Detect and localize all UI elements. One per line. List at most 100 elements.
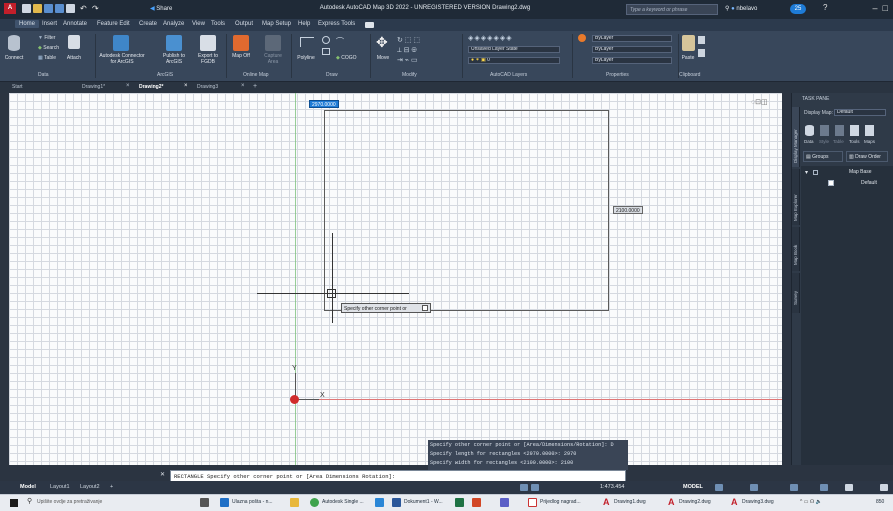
teams-icon[interactable]	[500, 498, 509, 507]
move-button[interactable]: Move	[372, 55, 394, 61]
new-file-icon[interactable]	[22, 4, 31, 13]
workspace-icon[interactable]	[845, 484, 853, 491]
style-tool-icon[interactable]	[820, 125, 829, 136]
scale-readout[interactable]: 1:473.454	[600, 484, 624, 490]
tab-help[interactable]: Help	[298, 21, 310, 27]
explorer-icon[interactable]	[290, 498, 299, 507]
tab-map-setup[interactable]: Map Setup	[262, 21, 291, 27]
layout-tab-layout2[interactable]: Layout2	[80, 484, 100, 490]
viewport-controls-icon[interactable]: ◌⊡◫	[751, 98, 768, 106]
layer-tools-icon[interactable]: ◈◈◈◈◈◈◈	[468, 34, 513, 42]
notification-badge[interactable]: 25	[790, 4, 806, 14]
tab-analyze[interactable]: Analyze	[163, 21, 184, 27]
rectangle-icon[interactable]	[322, 48, 330, 55]
edge-icon[interactable]	[375, 498, 384, 507]
autocad-icon[interactable]: A	[668, 497, 675, 507]
app-logo-icon[interactable]: A	[4, 3, 16, 14]
layout-tab-model[interactable]: Model	[20, 484, 36, 490]
task-view-icon[interactable]	[200, 498, 209, 507]
rotate-icon[interactable]: ↻ ⬚ ⬚	[397, 36, 420, 44]
layer-state-dropdown[interactable]: Unsaved Layer State	[468, 46, 560, 53]
user-account[interactable]: ⚲ ● nbelavo	[725, 5, 757, 12]
taskbar-item-word[interactable]: Dokument1 - W...	[404, 499, 443, 505]
linetype-dropdown[interactable]: ByLayer	[592, 46, 672, 53]
layer-dropdown[interactable]: ● ✶ ▣ 0	[468, 57, 560, 64]
cut-icon[interactable]	[698, 49, 705, 57]
ortho-icon[interactable]	[715, 484, 723, 491]
taskbar-item-drawing1[interactable]: Drawing1.dwg	[614, 499, 646, 505]
osnap-icon[interactable]	[790, 484, 798, 491]
excel-icon[interactable]	[455, 498, 464, 507]
lineweight-dropdown[interactable]: ByLayer	[592, 57, 672, 64]
dropdown-arrow-icon[interactable]	[422, 305, 428, 311]
publish-arcgis-icon[interactable]	[166, 35, 182, 51]
help-icon[interactable]: ?	[823, 3, 827, 12]
save-as-icon[interactable]	[55, 4, 64, 13]
arc-icon[interactable]: ⌒	[336, 36, 344, 47]
map-base-checkbox[interactable]	[813, 170, 818, 175]
autocad-icon[interactable]: A	[731, 497, 738, 507]
file-tab-drawing3[interactable]: Drawing3	[197, 84, 218, 90]
windows-start-icon[interactable]	[10, 499, 18, 507]
plot-icon[interactable]	[66, 4, 75, 13]
undo-icon[interactable]: ↶	[80, 4, 89, 13]
layout-tab-layout1[interactable]: Layout1	[50, 484, 70, 490]
ribbon-toggle-icon[interactable]	[365, 22, 374, 28]
map-off-icon[interactable]	[233, 35, 249, 51]
side-tab-map-explorer[interactable]: Map Explorer	[792, 169, 800, 225]
arcgis-connector-button[interactable]: Autodesk Connector for ArcGIS	[98, 53, 146, 65]
system-tray-icons[interactable]: ^ ▭ ☊ 🔈	[800, 499, 822, 505]
draw-order-button[interactable]: ▥ Draw Order	[846, 151, 888, 162]
side-tab-map-book[interactable]: Map Book	[792, 227, 800, 271]
expand-icon[interactable]: ▾	[805, 169, 808, 176]
color-dropdown[interactable]: ByLayer	[592, 35, 672, 42]
copy-icon[interactable]	[698, 36, 705, 44]
color-swatch-icon[interactable]	[578, 34, 586, 42]
export-fgdb-button[interactable]: Export to FGDB	[192, 53, 224, 65]
taskbar-item-outlook[interactable]: Ulazna pošta - n...	[232, 499, 273, 505]
table-button[interactable]: ▦ Table	[38, 55, 56, 61]
side-tab-survey[interactable]: Survey	[792, 273, 800, 313]
save-icon[interactable]	[44, 4, 53, 13]
tab-annotate[interactable]: Annotate	[63, 21, 87, 27]
redo-icon[interactable]: ↷	[92, 4, 101, 13]
map-off-button[interactable]: Map Off	[228, 53, 254, 59]
new-tab-icon[interactable]: +	[253, 83, 257, 90]
share-button[interactable]: ◀ Share	[150, 5, 172, 12]
command-line-tools[interactable]: ✕	[160, 471, 170, 481]
pdf-icon[interactable]	[528, 498, 537, 507]
arcgis-connector-icon[interactable]	[113, 35, 129, 51]
paste-icon[interactable]	[682, 35, 695, 51]
tab-express-tools[interactable]: Express Tools	[318, 21, 355, 27]
search-data-button[interactable]: ◆ Search	[38, 45, 59, 51]
window-controls[interactable]: – □	[873, 3, 888, 13]
capture-area-icon[interactable]	[265, 35, 281, 51]
taskbar-search-icon[interactable]: ⚲	[27, 497, 32, 505]
connect-icon[interactable]	[8, 35, 20, 51]
drawing-canvas[interactable]: 2970.0000 2100.0000 Specify other corner…	[9, 93, 782, 465]
polyline-button[interactable]: Polyline	[294, 55, 318, 61]
taskbar-item-drawing3[interactable]: Drawing3.dwg	[742, 499, 774, 505]
autocad-icon[interactable]: A	[603, 497, 610, 507]
paste-button[interactable]: Paste	[677, 55, 699, 61]
tab-create[interactable]: Create	[139, 21, 157, 27]
word-icon[interactable]	[392, 498, 401, 507]
lineweight-icon[interactable]	[820, 484, 828, 491]
dynamic-input-length[interactable]: 2970.0000	[309, 100, 339, 108]
data-tool-icon[interactable]	[805, 125, 814, 136]
publish-arcgis-button[interactable]: Publish to ArcGIS	[158, 53, 190, 65]
close-icon[interactable]: ×	[184, 83, 188, 89]
polar-icon[interactable]	[750, 484, 758, 491]
model-space-label[interactable]: MODEL	[683, 484, 703, 490]
taskbar-item-pdf[interactable]: Prijedlog nagrad...	[540, 499, 581, 505]
tab-home[interactable]: Home	[15, 20, 40, 28]
dynamic-input-width[interactable]: 2100.0000	[613, 206, 643, 214]
snap-icon[interactable]	[531, 484, 539, 491]
move-icon[interactable]: ✥	[376, 34, 388, 51]
powerpoint-icon[interactable]	[472, 498, 481, 507]
display-map-dropdown[interactable]: Default	[834, 109, 886, 116]
connect-button[interactable]: Connect	[2, 55, 26, 61]
file-tab-drawing1[interactable]: Drawing1*	[82, 84, 105, 90]
maps-tool-icon[interactable]	[865, 125, 874, 136]
grid-icon[interactable]	[520, 484, 528, 491]
